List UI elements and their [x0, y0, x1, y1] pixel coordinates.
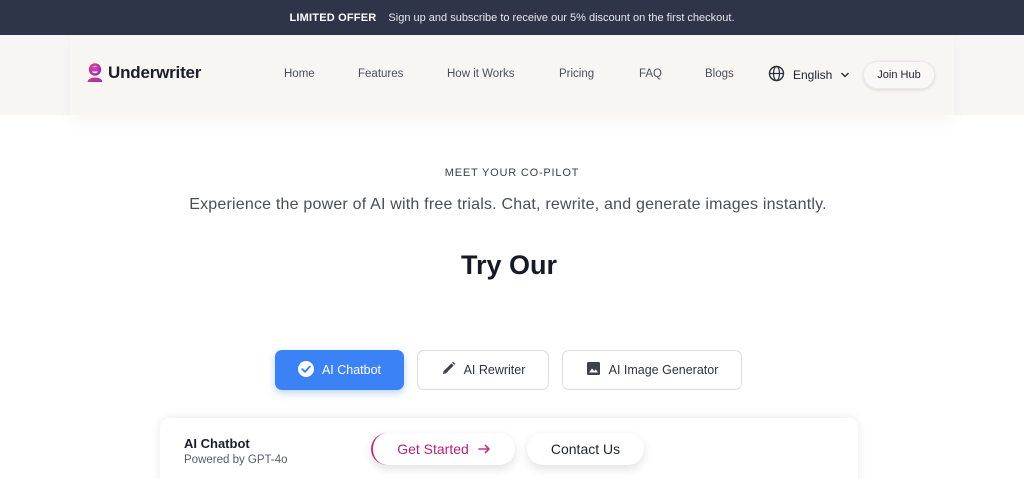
nav-home[interactable]: Home	[284, 68, 315, 80]
globe-icon	[768, 65, 785, 85]
hero-title: Try Our	[460, 250, 558, 280]
nav-pricing[interactable]: Pricing	[559, 68, 594, 80]
language-label: English	[793, 68, 833, 82]
tab-label: AI Chatbot	[321, 363, 382, 377]
nav-blogs[interactable]: Blogs	[705, 68, 734, 80]
pencil-icon	[441, 361, 456, 379]
tab-ai-image-generator[interactable]: AI Image Generator	[562, 350, 742, 390]
language-selector[interactable]: English	[768, 65, 850, 85]
check-circle-icon	[297, 360, 314, 380]
page: LIMITED OFFER Sign up and subscribe to r…	[0, 0, 1024, 479]
promo-message: Sign up and subscribe to receive our 5% …	[388, 11, 735, 24]
image-icon	[586, 361, 601, 379]
promo-tag: LIMITED OFFER	[289, 11, 377, 24]
brand-logo[interactable]: Underwriter	[86, 63, 203, 83]
hero-subtitle: Experience the power of AI with free tri…	[189, 196, 827, 213]
hero-eyebrow: MEET YOUR CO-PILOT	[444, 167, 580, 179]
arrow-right-icon	[477, 441, 491, 457]
nav-features[interactable]: Features	[358, 68, 403, 80]
get-started-button[interactable]: Get Started	[371, 433, 515, 465]
tab-ai-chatbot[interactable]: AI Chatbot	[275, 350, 404, 390]
nav-faq[interactable]: FAQ	[639, 68, 662, 80]
chevron-down-icon	[840, 68, 850, 82]
get-started-label: Get Started	[397, 441, 469, 457]
card-title: AI Chatbot	[184, 436, 250, 451]
tab-label: AI Image Generator	[608, 363, 719, 377]
tab-label: AI Rewriter	[463, 363, 526, 377]
card-subtitle: Powered by GPT-4o	[184, 454, 288, 466]
contact-us-button[interactable]: Contact Us	[527, 433, 644, 465]
tab-ai-rewriter[interactable]: AI Rewriter	[417, 350, 549, 390]
promo-banner: LIMITED OFFER Sign up and subscribe to r…	[0, 0, 1024, 35]
join-hub-button[interactable]: Join Hub	[863, 61, 935, 89]
nav-how-it-works[interactable]: How it Works	[447, 68, 515, 80]
logo-icon	[86, 63, 104, 83]
brand-name: Underwriter	[108, 63, 202, 82]
